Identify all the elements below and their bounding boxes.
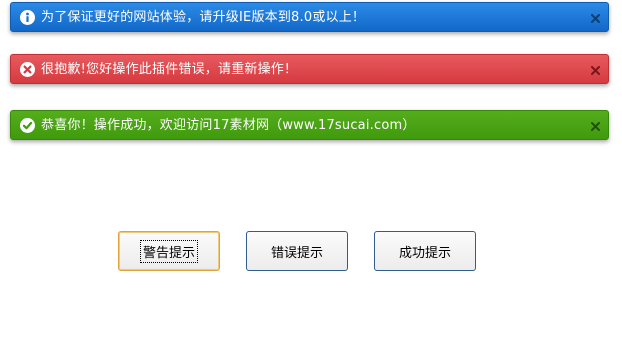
error-x-icon (20, 62, 35, 77)
success-button-label: 成功提示 (398, 245, 451, 261)
close-icon[interactable] (589, 55, 601, 85)
info-icon (20, 10, 35, 25)
page: 为了保证更好的网站体验，请升级IE版本到8.0或以上！ 很抱歉!您好操作此插件错… (0, 0, 622, 339)
error-button[interactable]: 错误提示 (246, 231, 348, 271)
info-alert: 为了保证更好的网站体验，请升级IE版本到8.0或以上！ (10, 2, 609, 32)
success-alert: 恭喜你！操作成功，欢迎访问17素材网（www.17sucai.com） (10, 110, 609, 140)
close-icon[interactable] (589, 3, 601, 33)
error-alert-text: 很抱歉!您好操作此插件错误，请重新操作！ (41, 62, 298, 77)
close-icon[interactable] (589, 111, 601, 141)
error-alert: 很抱歉!您好操作此插件错误，请重新操作！ (10, 54, 609, 84)
warning-button[interactable]: 警告提示 (118, 231, 220, 271)
checkmark-icon (20, 118, 35, 133)
success-button[interactable]: 成功提示 (374, 231, 476, 271)
info-alert-text: 为了保证更好的网站体验，请升级IE版本到8.0或以上！ (41, 10, 366, 25)
error-button-label: 错误提示 (270, 245, 323, 261)
warning-button-label: 警告提示 (139, 239, 199, 263)
success-alert-text: 恭喜你！操作成功，欢迎访问17素材网（www.17sucai.com） (41, 118, 416, 133)
